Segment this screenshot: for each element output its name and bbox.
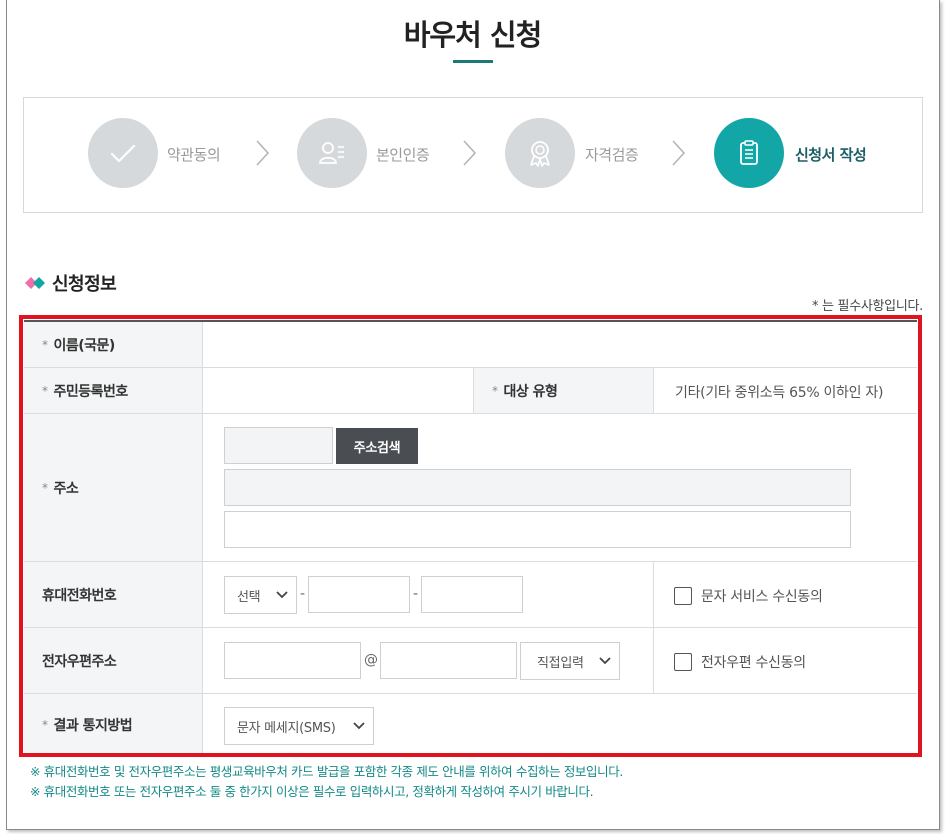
check-icon [110,144,136,163]
chevron-down-icon [599,657,611,665]
progress-steps: 약관동의 본인인증 자격검증 신청서 작성 [23,97,923,213]
chevron-right-icon [256,140,270,166]
section-header: 신청정보 [24,270,117,296]
application-form: * 이름(국문) * 주민등록번호 * 대상 유형 기타(기타 중위소득 65% 이하… [24,320,917,756]
chevron-down-icon [353,722,365,730]
section-title: 신청정보 [52,274,117,295]
phone-dash: - [300,586,306,602]
sms-consent-checkbox[interactable] [674,587,692,605]
column-divider [653,628,654,693]
note-1: ※ 휴대전화번호 및 전자우편주소는 평생교육바우처 카드 발급을 포함한 각종… [30,764,623,779]
address-main-input[interactable] [224,469,851,506]
email-consent-label: 전자우편 수신동의 [701,655,806,671]
person-list-icon [319,142,344,164]
row-address: * 주소 주소검색 [24,414,917,562]
step-2-circle [297,118,367,188]
row-rrn: * 주민등록번호 * 대상 유형 기타(기타 중위소득 65% 이하인 자) [24,368,917,414]
chevron-right-icon [463,140,477,166]
notify-method-select[interactable]: 문자 메세지(SMS) [224,707,374,745]
email-domain-input[interactable] [380,642,517,679]
row-phone: 휴대전화번호 선택 - - 문자 서비스 수신동의 [24,562,917,628]
award-icon [530,141,550,167]
phone-dash: - [413,586,419,602]
address-search-button[interactable]: 주소검색 [336,428,418,464]
rrn-label: * 주민등록번호 [24,368,203,413]
phone-middle-input[interactable] [308,576,410,613]
notify-label: * 결과 통지방법 [24,694,203,756]
target-type-value: 기타(기타 중위소득 65% 이하인 자) [675,385,884,401]
name-label: * 이름(국문) [24,322,203,367]
required-note: * 는 필수사항입니다. [812,299,923,314]
chevron-down-icon [276,591,288,599]
step-3-label: 자격검증 [585,146,639,164]
page-title: 바우처 신청 [403,18,543,52]
email-domain-select[interactable]: 직접입력 [520,642,620,680]
email-id-input[interactable] [224,642,361,679]
postcode-input[interactable] [224,427,333,464]
target-type-label: * 대상 유형 [473,368,654,413]
phone-last-input[interactable] [421,576,523,613]
address-detail-input[interactable] [224,511,851,548]
row-notify: * 결과 통지방법 문자 메세지(SMS) [24,694,917,756]
row-name: * 이름(국문) [24,322,917,368]
note-2: ※ 휴대전화번호 또는 전자우편주소 둘 중 한가지 이상은 필수로 입력하시고… [30,784,594,799]
step-1-circle [88,118,158,188]
row-email: 전자우편주소 @ 직접입력 전자우편 수신동의 [24,628,917,694]
email-consent-checkbox[interactable] [674,653,692,671]
clipboard-icon [740,140,758,165]
step-2-label: 본인인증 [376,146,430,164]
form-notes: ※ 휴대전화번호 및 전자우편주소는 평생교육바우처 카드 발급을 포함한 각종… [30,762,623,802]
step-3-circle [505,118,575,188]
step-1-label: 약관동의 [167,146,221,164]
address-label: * 주소 [24,414,203,561]
email-label: 전자우편주소 [24,628,203,693]
email-at-sign: @ [364,652,378,668]
step-4-label: 신청서 작성 [795,146,867,164]
phone-label: 휴대전화번호 [24,562,203,627]
chevron-right-icon [672,140,686,166]
diamond-bullet-icon [25,277,45,289]
title-underline [453,60,493,63]
step-4-circle [714,118,784,188]
column-divider [653,562,654,627]
sms-consent-label: 문자 서비스 수신동의 [701,589,823,605]
phone-prefix-select[interactable]: 선택 [224,576,297,614]
